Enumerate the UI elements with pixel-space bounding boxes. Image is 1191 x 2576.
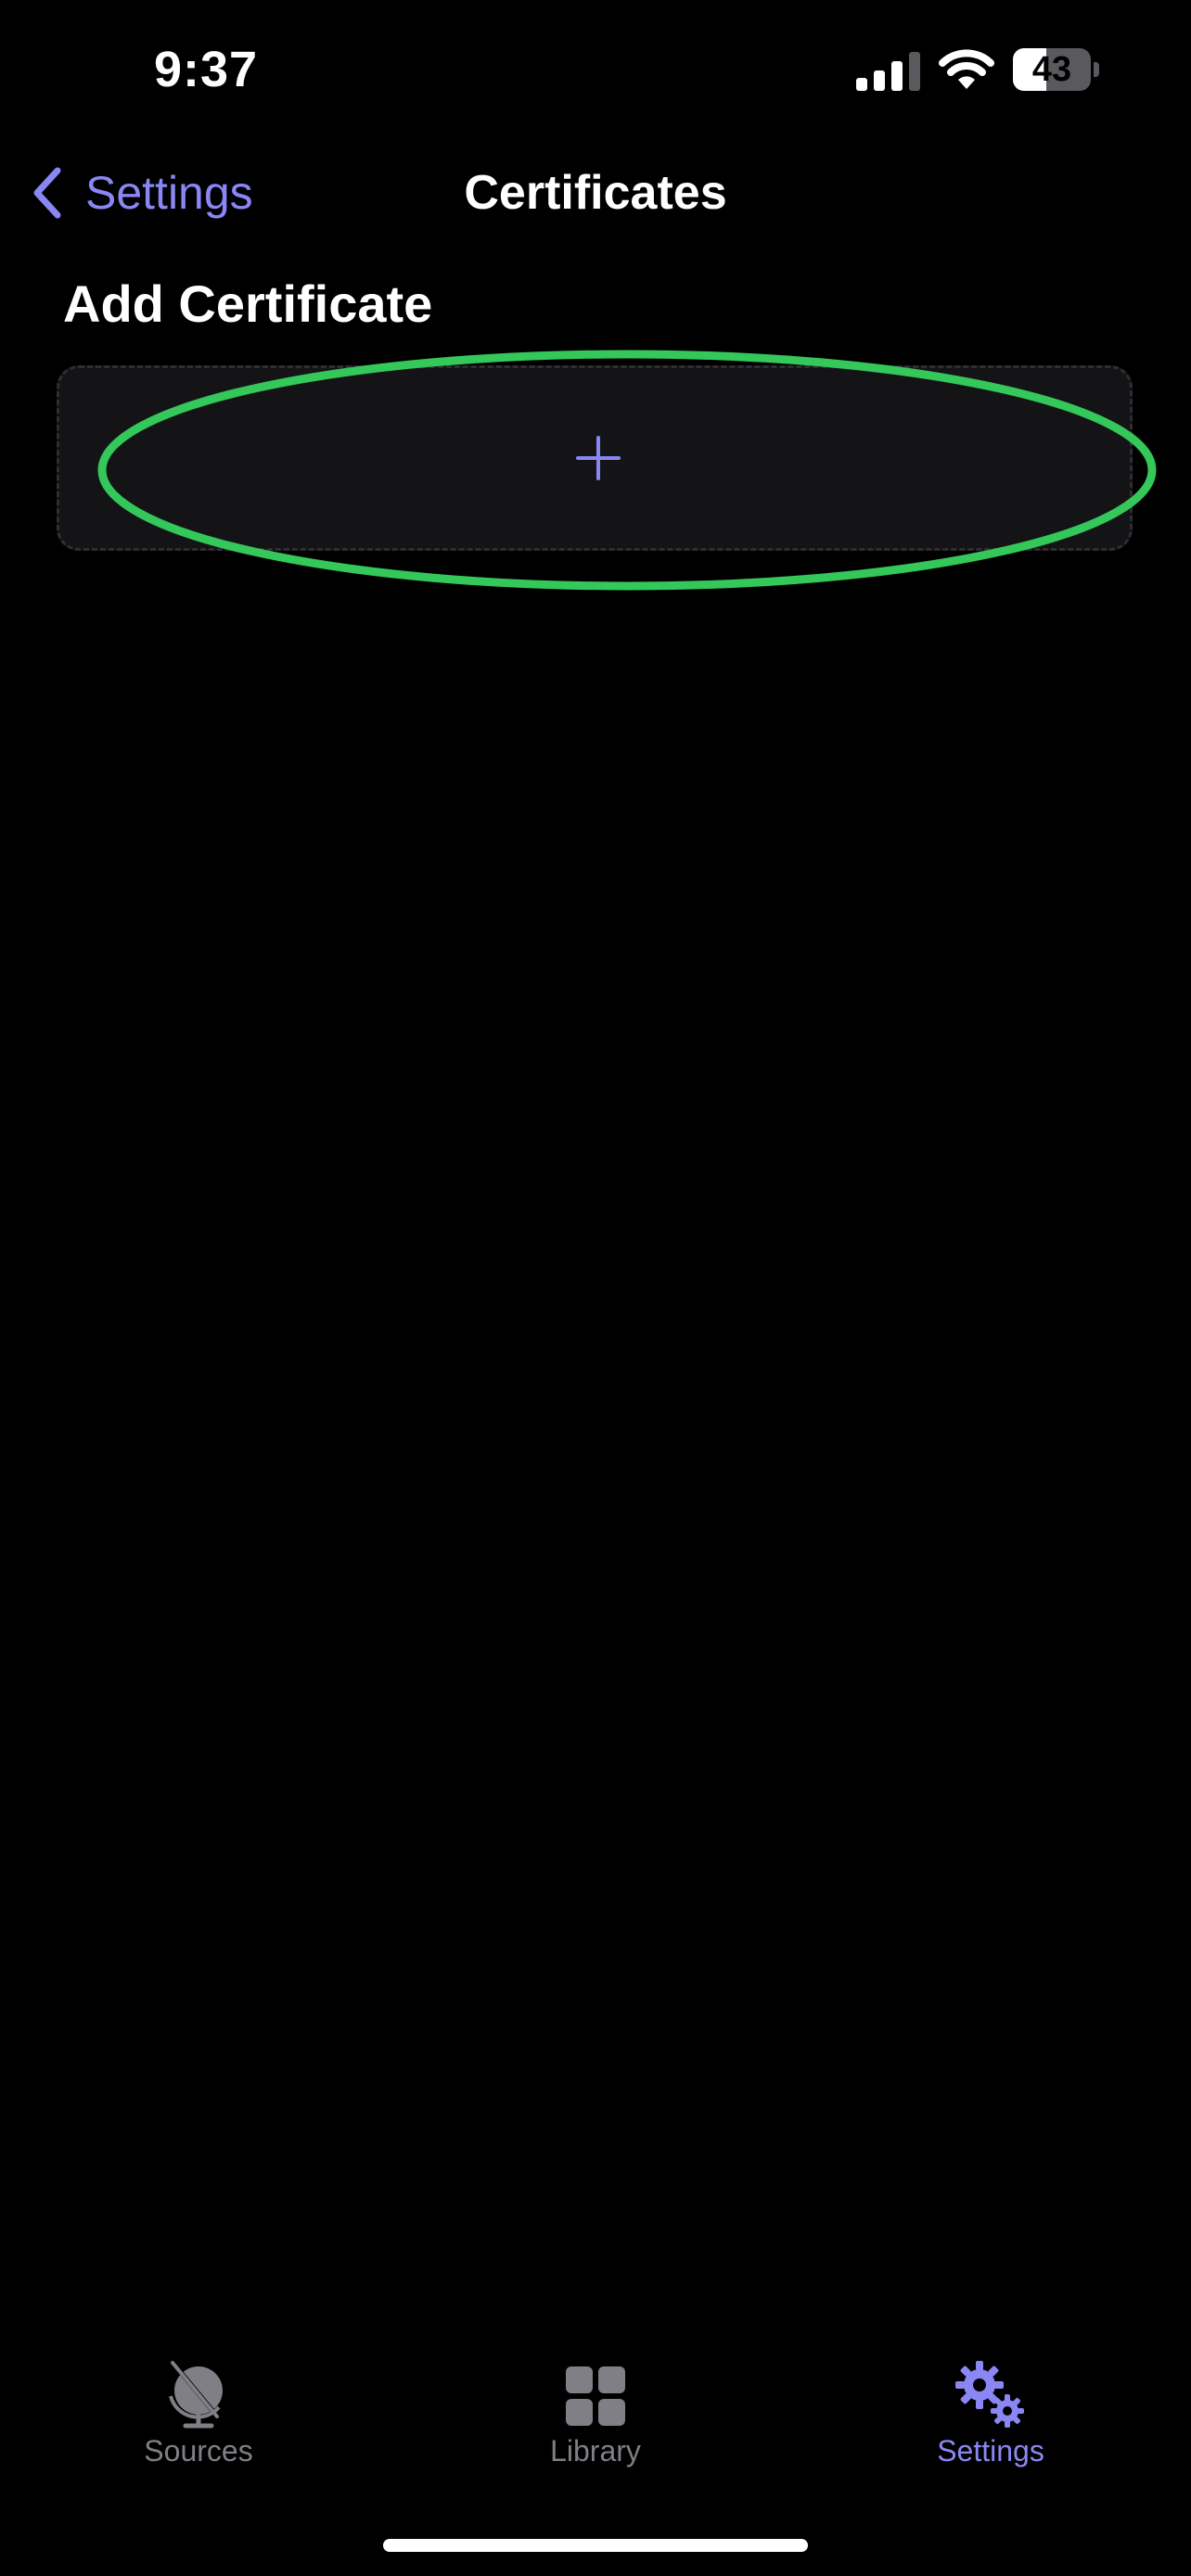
status-bar: 9:37 43 <box>0 0 1191 139</box>
grid-icon <box>566 2366 625 2426</box>
back-button[interactable]: Settings <box>28 156 253 230</box>
tab-sources[interactable]: Sources <box>59 2337 338 2476</box>
battery-cap <box>1094 62 1099 77</box>
section-header: Add Certificate <box>63 274 433 333</box>
cellular-signal-icon <box>856 52 920 91</box>
tab-settings[interactable]: Settings <box>852 2337 1130 2476</box>
tab-library[interactable]: Library <box>456 2337 735 2476</box>
battery-body: 43 <box>1013 48 1091 91</box>
battery-level: 43 <box>1031 50 1072 89</box>
wifi-icon <box>939 49 994 89</box>
globe-icon <box>169 2361 223 2429</box>
chevron-left-icon <box>33 167 61 219</box>
add-certificate-button[interactable] <box>57 365 1133 551</box>
tab-library-label: Library <box>550 2434 641 2468</box>
home-indicator <box>383 2539 808 2552</box>
gears-icon <box>955 2361 1024 2428</box>
tab-sources-label: Sources <box>144 2434 253 2468</box>
tab-settings-label: Settings <box>937 2434 1044 2468</box>
tab-bar: Sources Library Settings <box>0 2337 1191 2476</box>
battery-icon: 43 <box>1013 48 1099 91</box>
status-time: 9:37 <box>154 42 259 97</box>
back-button-label: Settings <box>85 167 253 219</box>
plus-icon <box>576 436 621 480</box>
